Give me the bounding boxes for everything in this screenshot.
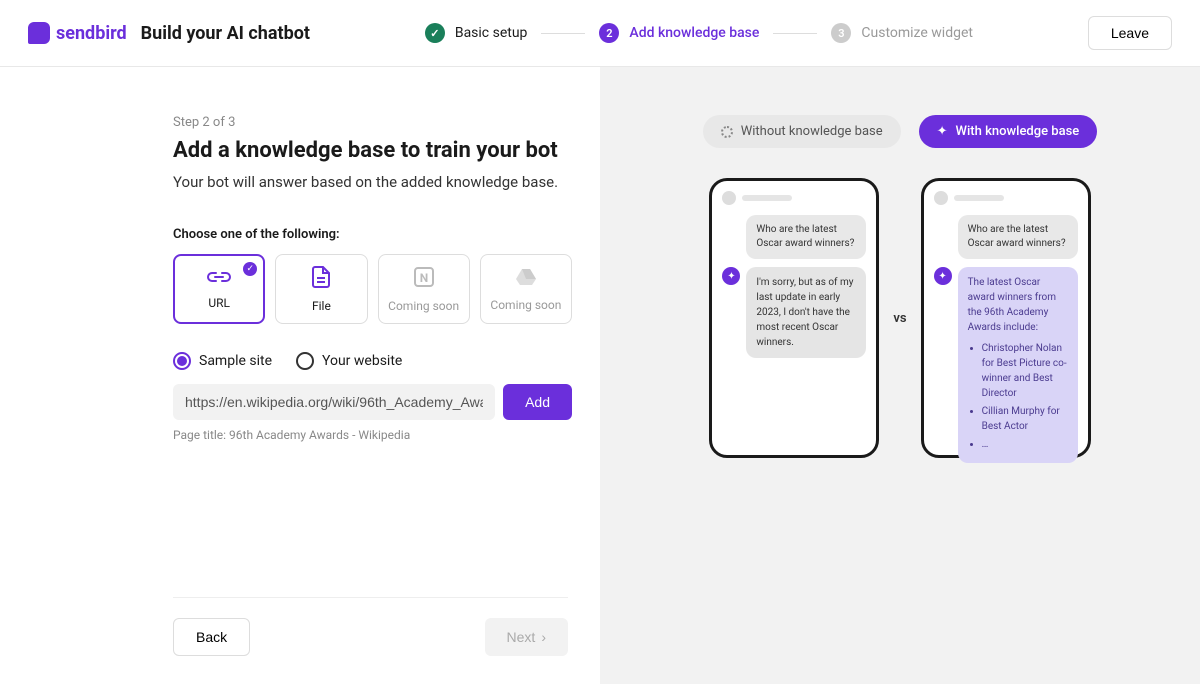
radio-icon	[173, 352, 191, 370]
option-notion: N Coming soon	[378, 254, 470, 324]
step-basic-setup[interactable]: ✓ Basic setup	[425, 23, 528, 43]
back-button[interactable]: Back	[173, 618, 250, 656]
sparkle-icon: ✦	[937, 124, 948, 139]
step-indicator: Step 2 of 3	[173, 115, 572, 130]
step-add-knowledge[interactable]: 2 Add knowledge base	[599, 23, 759, 43]
google-drive-icon	[515, 267, 537, 290]
page-title-hint: Page title: 96th Academy Awards - Wikipe…	[173, 428, 572, 442]
source-options: ✓ URL File N Coming soon	[173, 254, 572, 324]
brand-name: sendbird	[56, 23, 127, 44]
stepper: ✓ Basic setup 2 Add knowledge base 3 Cus…	[425, 23, 973, 43]
page-title: Add a knowledge base to train your bot	[173, 138, 572, 163]
bot-avatar-icon: ✦	[722, 267, 740, 285]
toggle-without-kb[interactable]: Without knowledge base	[703, 115, 901, 148]
next-button: Next ›	[485, 618, 568, 656]
choose-label: Choose one of the following:	[173, 227, 572, 242]
check-badge-icon: ✓	[243, 262, 257, 276]
notion-icon: N	[413, 266, 435, 291]
preview-panel: Without knowledge base ✦ With knowledge …	[600, 67, 1200, 684]
option-drive: Coming soon	[480, 254, 572, 324]
toggle-with-kb[interactable]: ✦ With knowledge base	[919, 115, 1098, 148]
radio-icon	[296, 352, 314, 370]
sendbird-logo-icon	[28, 22, 50, 44]
url-source-radios: Sample site Your website	[173, 352, 572, 370]
app-header: sendbird Build your AI chatbot ✓ Basic s…	[0, 0, 1200, 67]
bot-avatar-icon: ✦	[934, 267, 952, 285]
header-title: Build your AI chatbot	[141, 23, 310, 44]
file-icon	[312, 266, 330, 291]
page-subtitle: Your bot will answer based on the added …	[173, 173, 572, 191]
option-file[interactable]: File	[275, 254, 367, 324]
leave-button[interactable]: Leave	[1088, 16, 1172, 50]
bot-message-without: I'm sorry, but as of my last update in e…	[746, 267, 866, 358]
chevron-right-icon: ›	[541, 629, 546, 645]
link-icon	[207, 269, 231, 288]
radio-sample-site[interactable]: Sample site	[173, 352, 272, 370]
radio-your-website[interactable]: Your website	[296, 352, 402, 370]
avatar-icon	[934, 191, 948, 205]
option-url[interactable]: ✓ URL	[173, 254, 265, 324]
avatar-icon	[722, 191, 736, 205]
add-button[interactable]: Add	[503, 384, 572, 420]
vs-label: vs	[893, 311, 906, 326]
url-input[interactable]	[173, 384, 495, 420]
phone-preview-without: Who are the latest Oscar award winners? …	[709, 178, 879, 458]
check-icon: ✓	[425, 23, 445, 43]
bot-message-with: The latest Oscar award winners from the …	[958, 267, 1078, 463]
user-message: Who are the latest Oscar award winners?	[958, 215, 1078, 259]
spinner-icon	[721, 126, 733, 138]
svg-text:N: N	[419, 271, 427, 285]
step-customize-widget[interactable]: 3 Customize widget	[831, 23, 973, 43]
brand-logo: sendbird	[28, 22, 127, 44]
phone-preview-with: Who are the latest Oscar award winners? …	[921, 178, 1091, 458]
user-message: Who are the latest Oscar award winners?	[746, 215, 866, 259]
